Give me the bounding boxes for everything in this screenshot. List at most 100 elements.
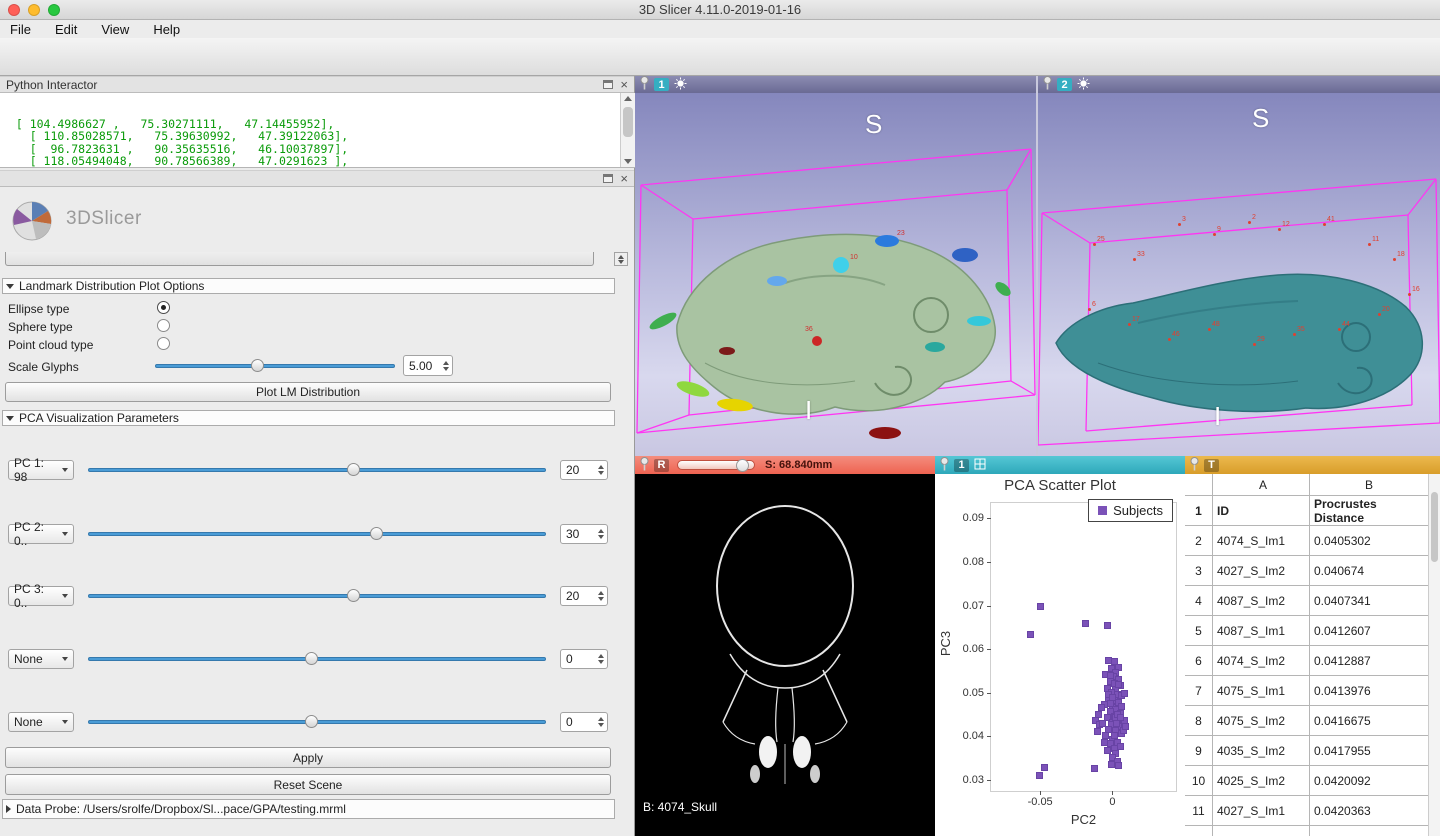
red-slice-viewport[interactable]: B: 4074_Skull	[635, 474, 935, 836]
pin-icon[interactable]	[1190, 457, 1199, 474]
scroll-up-icon[interactable]	[624, 96, 632, 101]
menubar: File Edit View Help	[0, 20, 1440, 38]
3d-view-2-header: 2	[1038, 76, 1440, 93]
pc-slider[interactable]	[88, 460, 546, 480]
pin-icon[interactable]	[940, 457, 949, 474]
column-header-b[interactable]: B	[1310, 474, 1428, 495]
spin-down-icon[interactable]	[598, 471, 604, 475]
scrollbar-thumb[interactable]	[1431, 492, 1438, 562]
table-row[interactable]: 84075_S_Im20.0416675	[1185, 706, 1428, 736]
titlebar: 3D Slicer 4.11.0-2019-01-16	[0, 0, 1440, 20]
scale-glyphs-slider[interactable]	[155, 356, 395, 376]
menu-view[interactable]: View	[101, 22, 129, 37]
pc-slider[interactable]	[88, 712, 546, 732]
table-row[interactable]: 54087_S_Im10.0412607	[1185, 616, 1428, 646]
table-viewport[interactable]: A B 1IDProcrustes Distance24074_S_Im10.0…	[1185, 474, 1440, 836]
slice-offset-slider[interactable]	[677, 460, 755, 470]
pc-spinbox[interactable]: 30	[560, 524, 608, 544]
pc-selector[interactable]: PC 1: 98	[8, 460, 74, 480]
slider-handle[interactable]	[736, 459, 749, 472]
table-row[interactable]: 94035_S_Im20.0417955	[1185, 736, 1428, 766]
menu-help[interactable]: Help	[153, 22, 180, 37]
spin-up-icon[interactable]	[443, 361, 449, 365]
svg-text:10: 10	[850, 254, 858, 261]
plot-viewport[interactable]: PCA Scatter Plot Subjects 0.090.080.070.…	[935, 474, 1185, 836]
view-label: T	[1204, 459, 1219, 472]
view-label: 2	[1057, 78, 1072, 91]
spin-up-icon[interactable]	[598, 465, 604, 469]
red-slice-view[interactable]: R S: 68.840mm	[635, 456, 935, 836]
landmark-section-header[interactable]: Landmark Distribution Plot Options	[2, 278, 615, 294]
view-options-icon[interactable]	[1077, 77, 1090, 93]
pin-icon[interactable]	[640, 76, 649, 93]
table-row[interactable]: 24074_S_Im10.0405302	[1185, 526, 1428, 556]
pc-slider[interactable]	[88, 524, 546, 544]
table-row[interactable]: 34027_S_Im20.040674	[1185, 556, 1428, 586]
pin-icon[interactable]	[1043, 76, 1052, 93]
table-row[interactable]: 104025_S_Im20.0420092	[1185, 766, 1428, 796]
python-console[interactable]: [ 104.4986627 , 75.30271111, 47.14455952…	[0, 93, 635, 168]
spin-down-icon[interactable]	[443, 367, 449, 371]
table-row[interactable]: 44087_S_Im20.0407341	[1185, 586, 1428, 616]
console-scrollbar[interactable]	[620, 93, 635, 167]
ellipse-type-radio[interactable]	[157, 301, 170, 314]
close-panel-button[interactable]: ×	[620, 174, 628, 184]
pc-selector[interactable]: None	[8, 712, 74, 732]
pc-selector[interactable]: None	[8, 649, 74, 669]
pc-selector[interactable]: PC 3: 0..	[8, 586, 74, 606]
3d-view-1[interactable]: 1	[635, 76, 1036, 456]
left-panel: Python Interactor × [ 104.4986627 , 75.3…	[0, 76, 635, 836]
menu-file[interactable]: File	[10, 22, 31, 37]
pin-icon[interactable]	[640, 457, 649, 474]
3d-viewport-2[interactable]: 25333921241111861746482935442016 S I	[1038, 93, 1440, 456]
scale-glyphs-spinbox[interactable]: 5.00	[403, 355, 453, 376]
pc-slider[interactable]	[88, 649, 546, 669]
column-header-a[interactable]: A	[1213, 474, 1310, 495]
float-panel-button[interactable]	[603, 80, 613, 89]
panel-scroll-buttons[interactable]	[614, 252, 628, 266]
3d-viewport-1[interactable]: 10 23 36 S I	[635, 93, 1036, 456]
pc-spinbox[interactable]: 20	[560, 586, 608, 606]
table-row[interactable]: 74075_S_Im10.0413976	[1185, 676, 1428, 706]
reset-scene-button[interactable]: Reset Scene	[5, 774, 611, 795]
table-row[interactable]: 124149_S_Im20.0421118	[1185, 826, 1428, 836]
spin-up-icon[interactable]	[598, 529, 604, 533]
plot-canvas[interactable]: 0.090.080.070.060.050.040.03-0.050	[990, 502, 1177, 792]
pc-spinbox[interactable]: 0	[560, 649, 608, 669]
view-options-icon[interactable]	[674, 77, 687, 93]
float-panel-button[interactable]	[603, 174, 613, 183]
pc-spinbox[interactable]: 20	[560, 460, 608, 480]
pca-row: None 0	[0, 712, 634, 732]
3d-view-2[interactable]: 2 25333921241111861746482935442016 S I	[1038, 76, 1440, 456]
close-panel-button[interactable]: ×	[620, 80, 628, 90]
collapse-triangle-icon	[6, 805, 11, 813]
plot-options-icon[interactable]	[974, 458, 986, 473]
spin-down-icon[interactable]	[598, 660, 604, 664]
scrollbar-thumb[interactable]	[623, 107, 633, 137]
scroll-down-icon[interactable]	[624, 159, 632, 164]
spin-down-icon[interactable]	[598, 535, 604, 539]
table-row[interactable]: 64074_S_Im20.0412887	[1185, 646, 1428, 676]
plot-lm-distribution-button[interactable]: Plot LM Distribution	[5, 382, 611, 402]
spin-up-icon[interactable]	[598, 591, 604, 595]
python-interactor-header: Python Interactor ×	[0, 76, 634, 93]
background-volume-label: B: 4074_Skull	[643, 800, 717, 814]
menu-edit[interactable]: Edit	[55, 22, 77, 37]
pc-spinbox[interactable]: 0	[560, 712, 608, 732]
table-row[interactable]: 1IDProcrustes Distance	[1185, 496, 1428, 526]
point-cloud-type-radio[interactable]	[157, 337, 170, 350]
table-view[interactable]: T A B 1IDProcrustes Distance24074_S_Im10…	[1185, 456, 1440, 836]
table-scrollbar[interactable]	[1428, 474, 1440, 836]
plot-view[interactable]: 1 PCA Scatter Plot Subjects 0.090.080.07…	[935, 456, 1185, 836]
spin-up-icon[interactable]	[598, 654, 604, 658]
pc-slider[interactable]	[88, 586, 546, 606]
sphere-type-radio[interactable]	[157, 319, 170, 332]
pc-selector[interactable]: PC 2: 0..	[8, 524, 74, 544]
table-row[interactable]: 114027_S_Im10.0420363	[1185, 796, 1428, 826]
data-probe-header[interactable]: Data Probe: /Users/srolfe/Dropbox/Sl...p…	[2, 799, 615, 819]
pca-section-header[interactable]: PCA Visualization Parameters	[2, 410, 615, 426]
spin-up-icon[interactable]	[598, 717, 604, 721]
apply-button[interactable]: Apply	[5, 747, 611, 768]
spin-down-icon[interactable]	[598, 723, 604, 727]
spin-down-icon[interactable]	[598, 597, 604, 601]
